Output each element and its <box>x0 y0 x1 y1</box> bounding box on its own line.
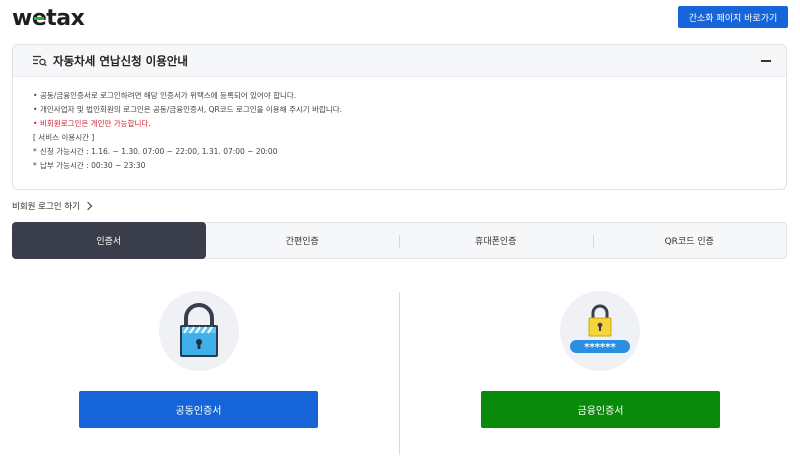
notice-line: * 납부 가능시간 : 00:30 ~ 23:30 <box>33 161 146 170</box>
financial-cert-button[interactable]: 금융인증서 <box>481 391 720 428</box>
wetax-logo[interactable]: w e tax <box>12 5 85 31</box>
nonmember-login-label: 비회원 로그인 하기 <box>12 202 80 212</box>
notice-header[interactable]: 자동차세 연납신청 이용안내 <box>13 45 786 77</box>
notice-line: * 신청 가능시간 : 1.16. ~ 1.30. 07:00 ~ 22:00, … <box>33 147 278 156</box>
notice-title: 자동차세 연납신청 이용안내 <box>53 53 188 68</box>
collapse-minus-icon[interactable] <box>760 55 772 67</box>
tab-qr-auth[interactable]: QR코드 인증 <box>592 223 787 258</box>
login-method-tabs: 인증서 간편인증 휴대폰인증 QR코드 인증 <box>12 222 787 259</box>
simple-page-button[interactable]: 간소화 페이지 바로가기 <box>678 6 788 28</box>
notice-body: • 공동/금융인증서로 로그인하려면 해당 인증서가 위택스에 등록되어 있어야 … <box>13 77 786 173</box>
svg-text:******: ****** <box>584 342 616 353</box>
tab-certificate[interactable]: 인증서 <box>12 222 206 259</box>
notice-panel: 자동차세 연납신청 이용안내 • 공동/금융인증서로 로그인하려면 해당 인증서가… <box>12 44 787 190</box>
padlock-password-icon: ****** <box>570 304 630 353</box>
vertical-divider <box>399 292 400 455</box>
notice-line: • 개인사업자 및 법인회원의 로그인은 공동/금융인증서, QR코드 로그인을 … <box>33 105 343 114</box>
nonmember-login-link[interactable]: 비회원 로그인 하기 <box>12 200 93 212</box>
joint-cert-icon-circle <box>159 291 239 371</box>
document-search-icon <box>33 55 47 66</box>
tab-phone-auth[interactable]: 휴대폰인증 <box>399 223 593 258</box>
chevron-right-icon <box>83 201 93 211</box>
financial-cert-icon-circle: ****** <box>560 291 640 371</box>
tab-simple-auth[interactable]: 간편인증 <box>206 223 400 258</box>
notice-line-warning: • 비회원로그인은 개인만 가능합니다. <box>33 119 151 128</box>
notice-line: • 공동/금융인증서로 로그인하려면 해당 인증서가 위택스에 등록되어 있어야 … <box>33 91 297 100</box>
joint-cert-button[interactable]: 공동인증서 <box>79 391 318 428</box>
notice-section-title: [ 서비스 이용시간 ] <box>33 133 95 142</box>
padlock-certificate-icon <box>180 303 218 357</box>
